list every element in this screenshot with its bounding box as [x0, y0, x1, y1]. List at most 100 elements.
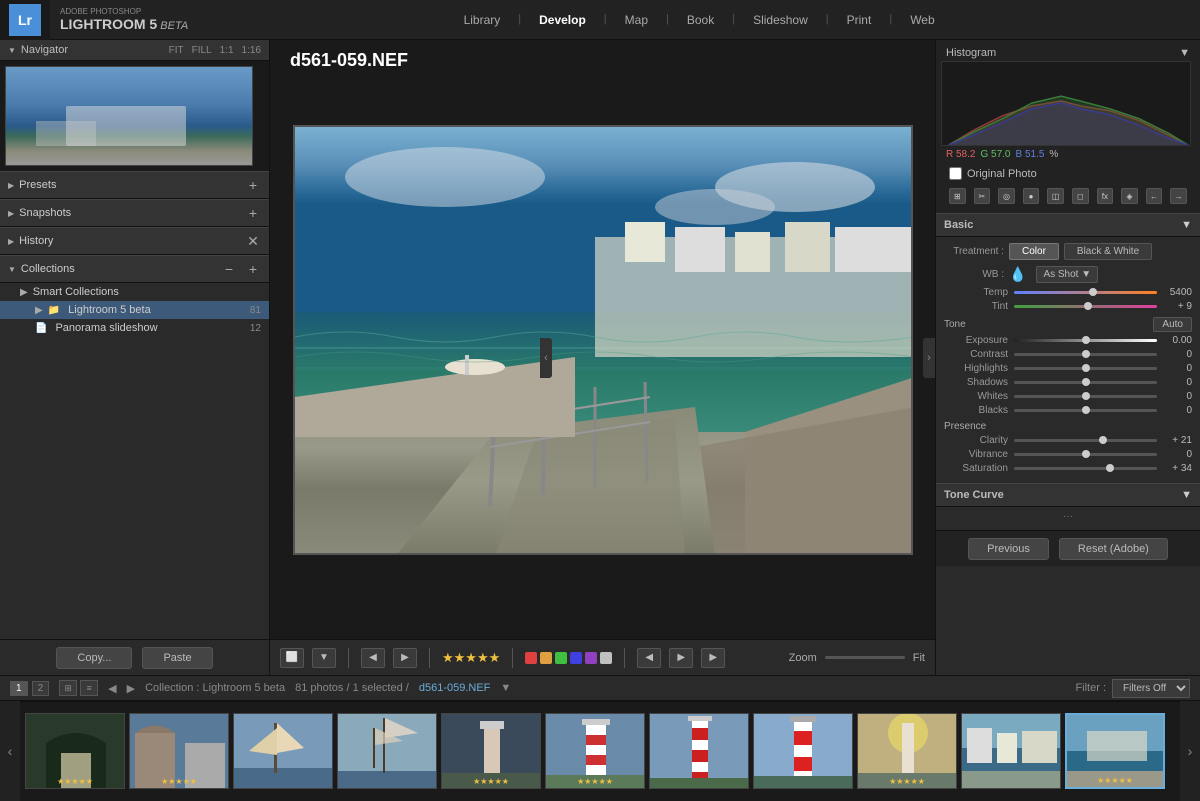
history-clear-btn[interactable]: ✕: [245, 233, 261, 249]
film-thumb-5[interactable]: ★★★★★: [441, 713, 541, 789]
nav-develop[interactable]: Develop: [539, 13, 586, 27]
whites-slider[interactable]: [1014, 395, 1157, 398]
bw-btn[interactable]: Black & White: [1064, 243, 1152, 260]
basic-arrow[interactable]: ▼: [1181, 219, 1192, 231]
nav-map[interactable]: Map: [625, 13, 648, 27]
film-thumb-10[interactable]: [961, 713, 1061, 789]
selected-file[interactable]: d561-059.NEF: [419, 682, 491, 694]
highlights-slider[interactable]: [1014, 367, 1157, 370]
view-icon-fx[interactable]: fx: [1097, 188, 1114, 204]
nav-slideshow[interactable]: Slideshow: [753, 13, 808, 27]
view-icon-arrow-right[interactable]: →: [1170, 188, 1187, 204]
wb-select[interactable]: As Shot ▼: [1036, 266, 1098, 283]
view-icon-grid[interactable]: ⊞: [949, 188, 966, 204]
nav-prev-arrow[interactable]: ◀: [108, 682, 116, 695]
nav-fill[interactable]: FILL: [192, 45, 212, 56]
snapshots-add-btn[interactable]: +: [245, 205, 261, 221]
next-btn[interactable]: ▶: [393, 648, 417, 668]
shadows-slider[interactable]: [1014, 381, 1157, 384]
tint-slider[interactable]: [1014, 305, 1157, 308]
nav-book[interactable]: Book: [687, 13, 714, 27]
original-photo-checkbox[interactable]: [949, 167, 962, 180]
nav-next-arrow[interactable]: ▶: [127, 682, 135, 695]
film-thumb-6[interactable]: ★★★★★: [545, 713, 645, 789]
nav-library[interactable]: Library: [464, 13, 501, 27]
nav-fit[interactable]: FIT: [169, 45, 184, 56]
view-icon-cal[interactable]: ◈: [1121, 188, 1138, 204]
vibrance-slider[interactable]: [1014, 453, 1157, 456]
mode-btn[interactable]: ▼: [312, 648, 336, 668]
filmstrip-right-arrow[interactable]: ›: [1180, 701, 1200, 801]
view-icon-color[interactable]: ●: [1023, 188, 1040, 204]
basic-section-header[interactable]: Basic ▼: [936, 213, 1200, 237]
prev-image-btn[interactable]: ◀: [637, 648, 661, 668]
temp-slider[interactable]: [1014, 291, 1157, 294]
collection-smart[interactable]: ▶ Smart Collections: [0, 283, 269, 301]
film-thumb-7[interactable]: [649, 713, 749, 789]
collections-remove-btn[interactable]: −: [221, 261, 237, 277]
tone-curve-section-header[interactable]: Tone Curve ▼: [936, 483, 1200, 507]
nav-1-1[interactable]: 1:1: [220, 45, 234, 56]
nav-ratio[interactable]: 1:16: [242, 45, 261, 56]
color-btn[interactable]: Color: [1009, 243, 1059, 260]
color-purple[interactable]: [585, 652, 597, 664]
wb-dropper[interactable]: 💧: [1009, 266, 1026, 283]
exposure-slider[interactable]: [1014, 339, 1157, 342]
color-blue[interactable]: [570, 652, 582, 664]
tone-curve-arrow[interactable]: ▼: [1181, 489, 1192, 501]
blacks-slider[interactable]: [1014, 409, 1157, 412]
page-1[interactable]: 1: [10, 681, 28, 696]
collections-header[interactable]: ▼ Collections − +: [0, 255, 269, 283]
film-thumb-8[interactable]: [753, 713, 853, 789]
film-thumb-11[interactable]: ★★★★★: [1065, 713, 1165, 789]
paste-button[interactable]: Paste: [142, 647, 212, 669]
film-thumb-1[interactable]: ★★★★★: [25, 713, 125, 789]
copy-button[interactable]: Copy...: [56, 647, 132, 669]
contrast-slider[interactable]: [1014, 353, 1157, 356]
color-green[interactable]: [555, 652, 567, 664]
collection-lr5beta[interactable]: ▶ 📁 Lightroom 5 beta 81: [0, 301, 269, 319]
navigator-thumbnail[interactable]: [5, 66, 253, 166]
star-rating[interactable]: ★★★★★: [442, 650, 500, 666]
filmstrip-left-arrow[interactable]: ‹: [0, 701, 20, 801]
right-panel-toggle[interactable]: ›: [923, 338, 935, 378]
auto-btn[interactable]: Auto: [1153, 317, 1192, 332]
nav-web[interactable]: Web: [910, 13, 934, 27]
color-red[interactable]: [525, 652, 537, 664]
collections-add-btn[interactable]: +: [245, 261, 261, 277]
saturation-slider[interactable]: [1014, 467, 1157, 470]
color-gray[interactable]: [600, 652, 612, 664]
play-btn[interactable]: ▶: [701, 648, 725, 668]
presets-header[interactable]: ▶ Presets +: [0, 171, 269, 199]
prev-btn[interactable]: ◀: [361, 648, 385, 668]
presets-add-btn[interactable]: +: [245, 177, 261, 193]
view-icon-tone[interactable]: ◎: [998, 188, 1015, 204]
original-photo-check[interactable]: Original Photo: [941, 163, 1195, 184]
film-thumb-9[interactable]: ★★★★★: [857, 713, 957, 789]
left-panel-toggle[interactable]: ‹: [540, 338, 552, 378]
previous-button[interactable]: Previous: [968, 538, 1049, 560]
reset-button[interactable]: Reset (Adobe): [1059, 538, 1168, 560]
snapshots-header[interactable]: ▶ Snapshots +: [0, 199, 269, 227]
next-image-btn[interactable]: ▶: [669, 648, 693, 668]
film-thumb-2[interactable]: ★★★★★: [129, 713, 229, 789]
view-icon-arrow-left[interactable]: ←: [1146, 188, 1163, 204]
list-btn[interactable]: ≡: [80, 680, 98, 696]
zoom-slider[interactable]: [825, 656, 905, 659]
view-icon-lens[interactable]: ◫: [1047, 188, 1064, 204]
film-thumb-4[interactable]: [337, 713, 437, 789]
filter-dropdown[interactable]: Filters Off: [1112, 679, 1190, 698]
history-header[interactable]: ▶ History ✕: [0, 227, 269, 255]
view-icon-crop[interactable]: ✂: [974, 188, 991, 204]
page-2[interactable]: 2: [32, 681, 50, 696]
image-area[interactable]: d561-059.NEF: [270, 40, 935, 639]
film-thumb-3[interactable]: [233, 713, 333, 789]
grid-btn[interactable]: ⊞: [59, 680, 77, 696]
collection-panorama[interactable]: 📄 Panorama slideshow 12: [0, 319, 269, 337]
navigator-header[interactable]: ▼ Navigator FIT FILL 1:1 1:16: [0, 40, 269, 61]
nav-print[interactable]: Print: [847, 13, 872, 27]
color-yellow[interactable]: [540, 652, 552, 664]
crop-btn[interactable]: ⬜: [280, 648, 304, 668]
clarity-slider[interactable]: [1014, 439, 1157, 442]
view-icon-detail[interactable]: ◻: [1072, 188, 1089, 204]
